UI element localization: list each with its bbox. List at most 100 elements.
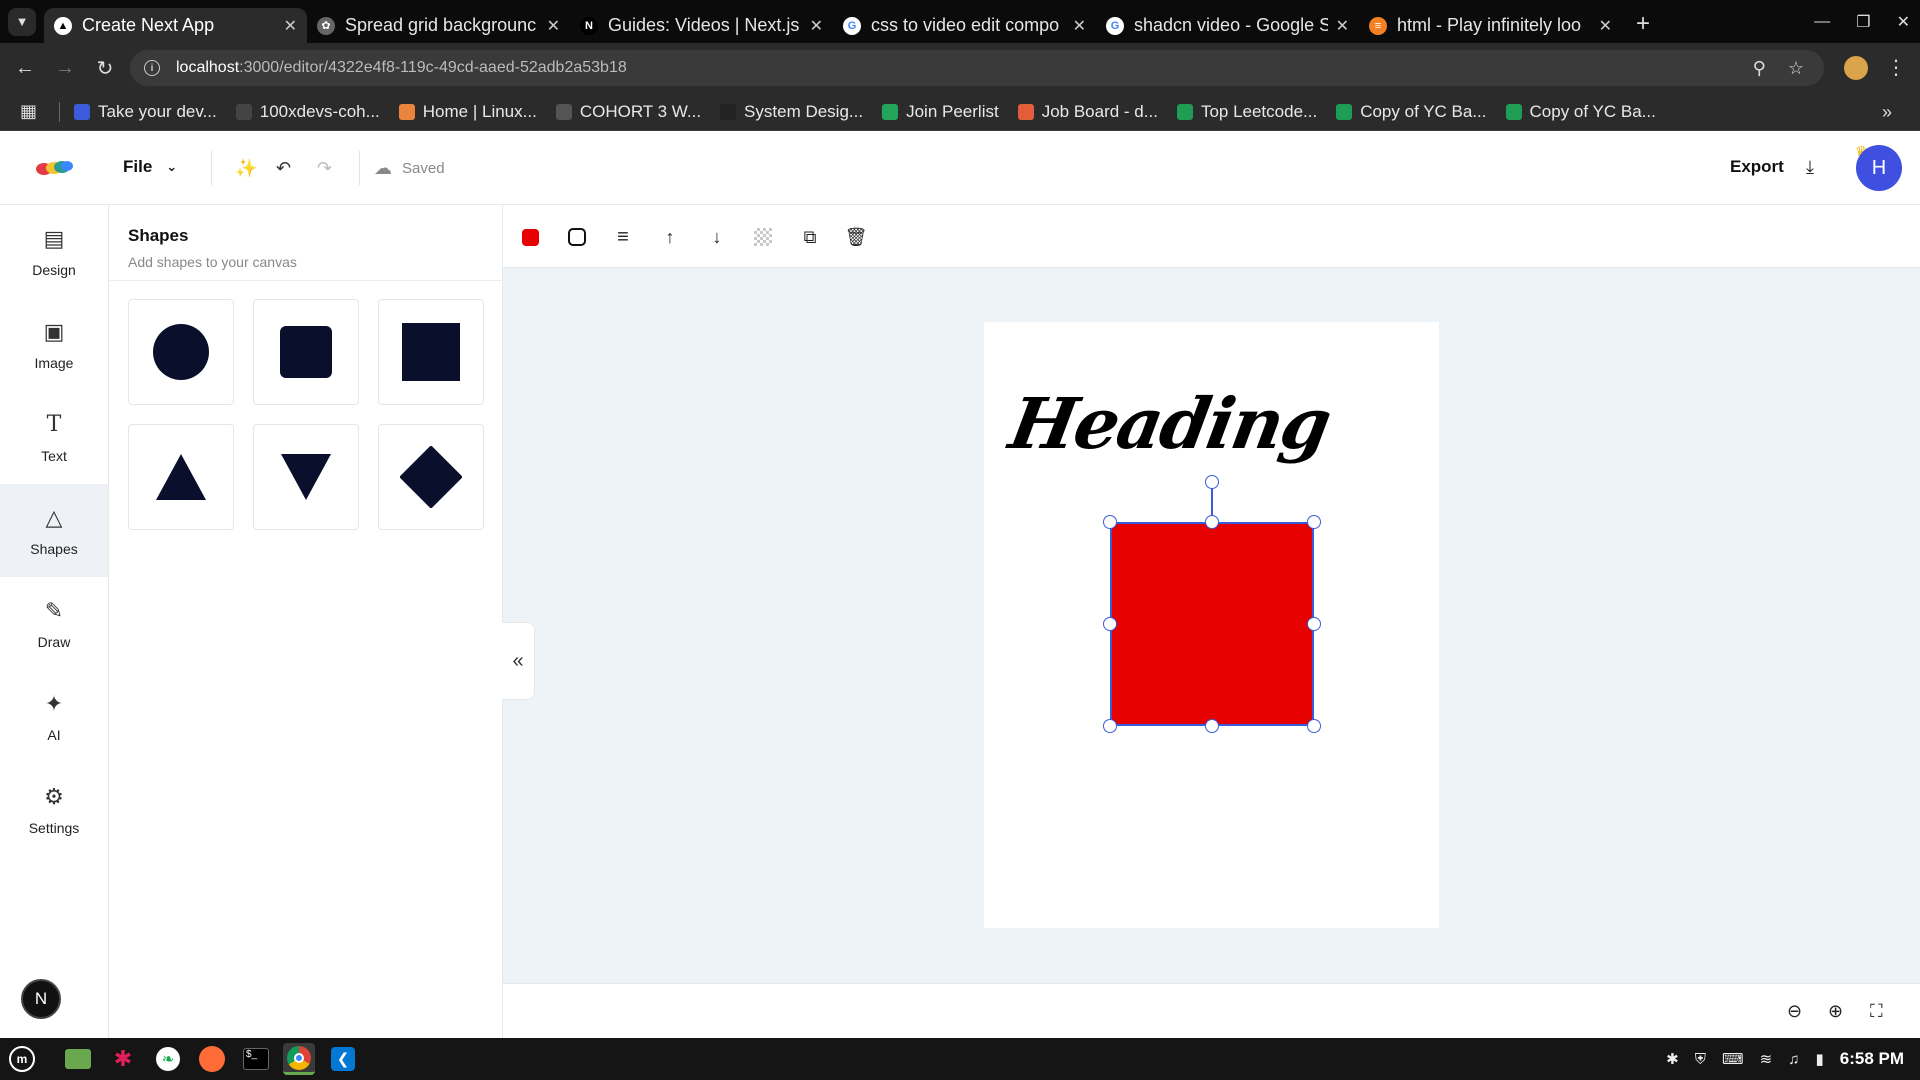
forward-icon[interactable]: → bbox=[45, 57, 85, 80]
shape-rounded-square-button[interactable] bbox=[253, 299, 359, 405]
close-icon[interactable]: ✕ bbox=[810, 16, 823, 36]
bookmark-item[interactable]: Take your dev... bbox=[74, 102, 217, 122]
close-icon[interactable]: ✕ bbox=[1073, 16, 1086, 36]
vscode-app-icon[interactable]: ❮ bbox=[327, 1043, 359, 1075]
bookmark-star-icon[interactable]: ☆ bbox=[1788, 58, 1804, 79]
nextjs-dev-indicator[interactable]: N bbox=[21, 979, 61, 1019]
new-tab-button[interactable]: + bbox=[1636, 10, 1650, 38]
browser-tab[interactable]: ▲ Create Next App ✕ bbox=[44, 8, 307, 43]
rail-item-draw[interactable]: ✎ Draw bbox=[0, 577, 108, 670]
bookmark-item[interactable]: Top Leetcode... bbox=[1176, 102, 1317, 122]
heading-text-element[interactable]: Heading bbox=[1004, 382, 1336, 465]
extension-icon[interactable] bbox=[1844, 56, 1868, 80]
start-menu-icon[interactable]: m bbox=[6, 1043, 38, 1075]
bookmark-item[interactable]: Home | Linux... bbox=[398, 102, 537, 122]
rail-item-image[interactable]: ▣ Image bbox=[0, 298, 108, 391]
close-icon[interactable]: ✕ bbox=[1599, 16, 1612, 36]
music-icon[interactable]: ♫ bbox=[1788, 1051, 1799, 1068]
reload-icon[interactable]: ↻ bbox=[85, 56, 125, 81]
files-app-icon[interactable] bbox=[62, 1043, 94, 1075]
app-logo-icon[interactable] bbox=[36, 159, 74, 177]
export-button[interactable]: Export bbox=[1730, 157, 1784, 177]
file-menu-button[interactable]: File ⌄ bbox=[123, 157, 177, 177]
apps-grid-icon[interactable]: ▦ bbox=[20, 101, 37, 122]
back-icon[interactable]: ← bbox=[5, 57, 45, 80]
shape-diamond-button[interactable] bbox=[378, 424, 484, 530]
chrome-app-icon[interactable] bbox=[283, 1043, 315, 1075]
resize-handle-s[interactable] bbox=[1205, 719, 1219, 733]
resize-handle-e[interactable] bbox=[1307, 617, 1321, 631]
zoom-icon[interactable]: ⚲ bbox=[1753, 58, 1766, 79]
battery-icon[interactable]: ▮ bbox=[1815, 1050, 1823, 1068]
site-info-icon[interactable]: i bbox=[144, 60, 160, 76]
close-icon[interactable]: ✕ bbox=[547, 16, 560, 36]
zoom-out-icon[interactable]: ⊖ bbox=[1787, 1001, 1802, 1022]
shape-circle-button[interactable] bbox=[128, 299, 234, 405]
redo-icon[interactable]: ↷ bbox=[317, 158, 332, 179]
resize-handle-n[interactable] bbox=[1205, 515, 1219, 529]
terminal-app-icon[interactable]: $_ bbox=[240, 1043, 272, 1075]
download-icon[interactable]: ⤓ bbox=[1806, 157, 1814, 178]
bookmark-item[interactable]: Copy of YC Ba... bbox=[1336, 102, 1487, 122]
duplicate-button[interactable]: ⧉ bbox=[798, 225, 822, 249]
bookmark-item[interactable]: Join Peerlist bbox=[882, 102, 999, 122]
bluetooth-icon[interactable]: ✱ bbox=[1666, 1050, 1679, 1068]
browser-tab[interactable]: ≡ html - Play infinitely loo ✕ bbox=[1359, 8, 1622, 43]
restore-icon[interactable]: ❐ bbox=[1856, 12, 1870, 32]
browser-tab[interactable]: N Guides: Videos | Next.js ✕ bbox=[570, 8, 833, 43]
bookmark-item[interactable]: Job Board - d... bbox=[1017, 102, 1158, 122]
more-bookmarks-icon[interactable]: » bbox=[1882, 102, 1892, 123]
slack-app-icon[interactable]: ✱ bbox=[107, 1043, 139, 1075]
mongodb-app-icon[interactable]: ❧ bbox=[152, 1043, 184, 1075]
border-button[interactable] bbox=[565, 225, 589, 249]
rail-item-design[interactable]: ▤ Design bbox=[0, 205, 108, 298]
shape-inverted-triangle-button[interactable] bbox=[253, 424, 359, 530]
avatar[interactable]: H bbox=[1856, 145, 1902, 191]
fit-screen-icon[interactable]: ⛶ bbox=[1870, 1001, 1883, 1022]
zoom-in-icon[interactable]: ⊕ bbox=[1828, 1001, 1843, 1022]
rotate-handle[interactable] bbox=[1205, 475, 1219, 489]
undo-icon[interactable]: ↶ bbox=[276, 158, 291, 179]
shield-icon[interactable]: ⛨ bbox=[1695, 1051, 1706, 1068]
postman-app-icon[interactable] bbox=[196, 1043, 228, 1075]
resize-handle-w[interactable] bbox=[1103, 617, 1117, 631]
canvas-area[interactable]: Heading bbox=[503, 268, 1920, 983]
keyboard-icon[interactable]: ⌨ bbox=[1722, 1050, 1744, 1068]
shape-square-button[interactable] bbox=[378, 299, 484, 405]
resize-handle-ne[interactable] bbox=[1307, 515, 1321, 529]
bring-forward-button[interactable]: ↑ bbox=[658, 225, 682, 249]
fill-color-button[interactable] bbox=[518, 225, 542, 249]
address-bar[interactable]: i localhost:3000/editor/4322e4f8-119c-49… bbox=[130, 50, 1824, 86]
stroke-width-button[interactable]: ≡ bbox=[611, 225, 635, 249]
browser-tab[interactable]: G css to video edit compo ✕ bbox=[833, 8, 1096, 43]
resize-handle-se[interactable] bbox=[1307, 719, 1321, 733]
browser-menu-icon[interactable]: ⋮ bbox=[1886, 55, 1906, 80]
delete-button[interactable]: 🗑 bbox=[844, 225, 868, 249]
resize-handle-sw[interactable] bbox=[1103, 719, 1117, 733]
shape-triangle-button[interactable] bbox=[128, 424, 234, 530]
close-icon[interactable]: ✕ bbox=[1336, 16, 1349, 36]
bookmark-item[interactable]: COHORT 3 W... bbox=[555, 102, 701, 122]
wifi-icon[interactable]: ≋ bbox=[1760, 1050, 1773, 1068]
rail-item-text[interactable]: T Text bbox=[0, 391, 108, 484]
bookmark-item[interactable]: Copy of YC Ba... bbox=[1505, 102, 1656, 122]
selected-rectangle[interactable] bbox=[1110, 522, 1314, 726]
bookmark-item[interactable]: System Desig... bbox=[720, 102, 863, 122]
clock[interactable]: 6:58 PM bbox=[1840, 1049, 1904, 1069]
browser-tab[interactable]: ✿ Spread grid backgrounc ✕ bbox=[307, 8, 570, 43]
artboard[interactable]: Heading bbox=[984, 322, 1439, 928]
collapse-panel-button[interactable]: « bbox=[502, 622, 535, 700]
tab-search-button[interactable]: ▼ bbox=[0, 0, 44, 43]
resize-handle-nw[interactable] bbox=[1103, 515, 1117, 529]
magic-select-icon[interactable]: ✨ bbox=[235, 158, 257, 179]
rail-item-ai[interactable]: ✦ AI bbox=[0, 670, 108, 763]
browser-tab[interactable]: G shadcn video - Google S ✕ bbox=[1096, 8, 1359, 43]
bookmark-item[interactable]: 100xdevs-coh... bbox=[235, 102, 380, 122]
close-icon[interactable]: ✕ bbox=[284, 16, 297, 36]
send-backward-button[interactable]: ↓ bbox=[705, 225, 729, 249]
close-window-icon[interactable]: ✕ bbox=[1897, 12, 1910, 32]
minimize-icon[interactable]: — bbox=[1814, 13, 1830, 31]
transparency-button[interactable] bbox=[751, 225, 775, 249]
rail-item-settings[interactable]: ⚙ Settings bbox=[0, 763, 108, 856]
rail-item-shapes[interactable]: △ Shapes bbox=[0, 484, 108, 577]
